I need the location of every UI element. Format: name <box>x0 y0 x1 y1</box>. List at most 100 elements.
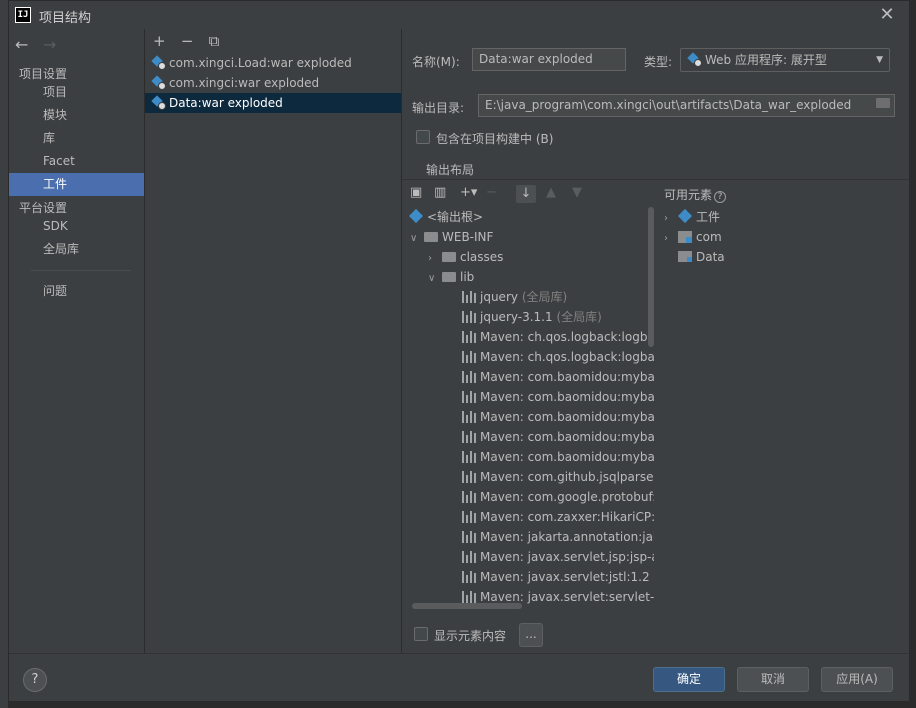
create-archive-icon[interactable]: ▥ <box>434 185 446 200</box>
chevron-down-icon[interactable]: ∨ <box>428 269 442 289</box>
add-icon[interactable]: + <box>153 29 177 53</box>
output-layout-toolbar: ▣ ▥ +▾ − ↓ ▲ ▼ <box>402 181 657 207</box>
include-in-build-checkbox[interactable] <box>416 130 430 144</box>
nav-item-facets[interactable]: Facet <box>9 150 144 173</box>
nav-item-global-libraries[interactable]: 全局库 <box>9 238 144 261</box>
library-icon <box>462 391 476 403</box>
apply-button[interactable]: 应用(A) <box>821 667 893 692</box>
tree-node-library[interactable]: Maven: jakarta.annotation:jaka <box>462 527 654 547</box>
move-up-icon[interactable]: ▲ <box>546 185 556 200</box>
remove-icon[interactable]: − <box>181 29 205 53</box>
move-down-icon[interactable]: ▼ <box>572 185 582 200</box>
tree-node-output-root[interactable]: <输出根> <box>408 207 483 227</box>
help-circle-icon[interactable]: ? <box>714 191 727 203</box>
type-select[interactable]: Web 应用程序: 展开型 ▼ <box>680 48 890 72</box>
show-content-checkbox[interactable] <box>414 627 428 641</box>
chevron-right-icon[interactable]: › <box>428 249 442 269</box>
tree-node-note: (全局库) <box>521 290 568 304</box>
artifact-label: com.xingci.Load:war exploded <box>169 56 352 70</box>
module-folder-icon <box>678 251 692 262</box>
tree-node-library[interactable]: Maven: ch.qos.logback:logbac <box>462 347 654 367</box>
tree-node-library[interactable]: Maven: com.baomidou:mybat <box>462 447 654 467</box>
nav-item-problems[interactable]: 问题 <box>9 280 144 303</box>
horizontal-scrollbar[interactable] <box>412 603 522 609</box>
cancel-button[interactable]: 取消 <box>737 667 809 692</box>
tree-node-label: WEB-INF <box>442 230 494 244</box>
tree-node-label: Maven: ch.qos.logback:logbac <box>480 350 654 364</box>
tree-node-library[interactable]: Maven: com.baomidou:mybat <box>462 367 654 387</box>
forward-arrow-icon[interactable]: → <box>43 35 67 54</box>
tree-node-label: jquery-3.1.1 <box>480 310 553 324</box>
create-directory-icon[interactable]: ▣ <box>410 185 422 200</box>
tree-node-classes[interactable]: › classes <box>428 247 503 267</box>
remove-element-icon[interactable]: − <box>486 185 497 200</box>
output-dir-label: 输出目录: <box>412 101 465 115</box>
help-button[interactable]: ? <box>23 668 47 692</box>
nav-item-artifacts[interactable]: 工件 <box>9 173 144 196</box>
tree-node-web-inf[interactable]: ∨ WEB-INF <box>410 227 493 247</box>
copy-icon[interactable]: ⧉ <box>209 29 233 53</box>
artifact-item[interactable]: com.xingci:war exploded <box>145 73 401 93</box>
vertical-scrollbar[interactable] <box>648 207 654 347</box>
tree-node-label: Maven: com.baomidou:mybat <box>480 370 654 384</box>
nav-item-libraries[interactable]: 库 <box>9 127 144 150</box>
tree-node-library[interactable]: Maven: com.baomidou:mybat <box>462 407 654 427</box>
module-folder-icon <box>678 231 692 243</box>
ok-button[interactable]: 确定 <box>653 667 725 692</box>
tree-node-library[interactable]: Maven: ch.qos.logback:logbac <box>462 327 654 347</box>
title-bar: IJ 项目结构 ✕ <box>9 1 909 29</box>
add-element-icon[interactable]: +▾ <box>460 185 477 200</box>
chevron-right-icon[interactable]: › <box>664 209 678 229</box>
artifacts-toolbar: + − ⧉ <box>145 29 401 53</box>
library-icon <box>462 451 476 463</box>
sort-icon[interactable]: ↓ <box>516 185 536 203</box>
tree-node-library[interactable]: Maven: com.baomidou:mybat <box>462 427 654 447</box>
available-node-artifacts[interactable]: › 工件 <box>664 207 720 227</box>
tree-node-library[interactable]: Maven: com.github.jsqlparser: <box>462 467 654 487</box>
chevron-down-icon[interactable]: ∨ <box>410 229 424 249</box>
window-title: 项目结构 <box>39 11 92 26</box>
tree-node-library[interactable]: Maven: javax.servlet:jstl:1.2 (项 <box>462 567 654 587</box>
artifact-item[interactable]: com.xingci.Load:war exploded <box>145 53 401 73</box>
artifact-item-selected[interactable]: Data:war exploded <box>145 93 401 113</box>
chevron-right-icon[interactable]: › <box>664 229 678 249</box>
nav-item-modules[interactable]: 模块 <box>9 104 144 127</box>
more-options-button[interactable]: ... <box>519 623 543 647</box>
tree-node-label: Maven: ch.qos.logback:logbac <box>480 330 654 344</box>
available-node-data[interactable]: Data <box>678 247 725 267</box>
web-artifact-icon <box>151 75 166 90</box>
type-label: 类型: <box>644 55 673 69</box>
library-icon <box>462 491 476 503</box>
web-artifact-icon <box>687 52 702 67</box>
name-input[interactable]: Data:war exploded <box>472 48 626 71</box>
tree-node-label: Maven: com.baomidou:mybat <box>480 430 654 444</box>
close-icon[interactable]: ✕ <box>877 5 897 25</box>
tree-node-label: Data <box>696 250 725 264</box>
chevron-down-icon: ▼ <box>876 55 883 65</box>
browse-folder-icon[interactable] <box>876 98 890 108</box>
artifacts-list-panel: + − ⧉ com.xingci.Load:war exploded com.x… <box>144 29 402 653</box>
tree-node-library[interactable]: Maven: javax.servlet.jsp:jsp-ap <box>462 547 654 567</box>
tree-node-library[interactable]: Maven: com.baomidou:mybat <box>462 387 654 407</box>
tree-node-label: classes <box>460 250 504 264</box>
tree-node-label: Maven: javax.servlet:servlet-ap <box>480 590 654 604</box>
tree-node-label: <输出根> <box>427 210 484 224</box>
show-content-label: 显示元素内容 <box>434 629 507 643</box>
nav-section-platform-settings: 平台设置 <box>19 201 68 215</box>
include-in-build-label: 包含在项目构建中 (B) <box>436 132 554 146</box>
nav-item-project[interactable]: 项目 <box>9 81 144 104</box>
nav-section-project-settings: 项目设置 <box>19 67 68 81</box>
tree-node-library[interactable]: Maven: com.zaxxer:HikariCP:4 <box>462 507 654 527</box>
back-arrow-icon[interactable]: ← <box>15 35 39 54</box>
tree-node-label: Maven: javax.servlet:jstl:1.2 <box>480 570 650 584</box>
intellij-logo-icon: IJ <box>15 7 31 23</box>
nav-item-sdks[interactable]: SDK <box>9 215 144 238</box>
output-dir-input[interactable]: E:\java_program\com.xingci\out\artifacts… <box>478 94 895 117</box>
tree-node-library[interactable]: jquery-3.1.1 (全局库) <box>462 307 602 327</box>
available-node-com[interactable]: › com <box>664 227 722 247</box>
tab-output-layout[interactable]: 输出布局 <box>426 161 474 178</box>
tree-node-lib[interactable]: ∨ lib <box>428 267 474 287</box>
tree-node-library[interactable]: Maven: com.google.protobuf: <box>462 487 654 507</box>
artifact-label: Data:war exploded <box>169 96 283 110</box>
tree-node-library[interactable]: jquery (全局库) <box>462 287 567 307</box>
